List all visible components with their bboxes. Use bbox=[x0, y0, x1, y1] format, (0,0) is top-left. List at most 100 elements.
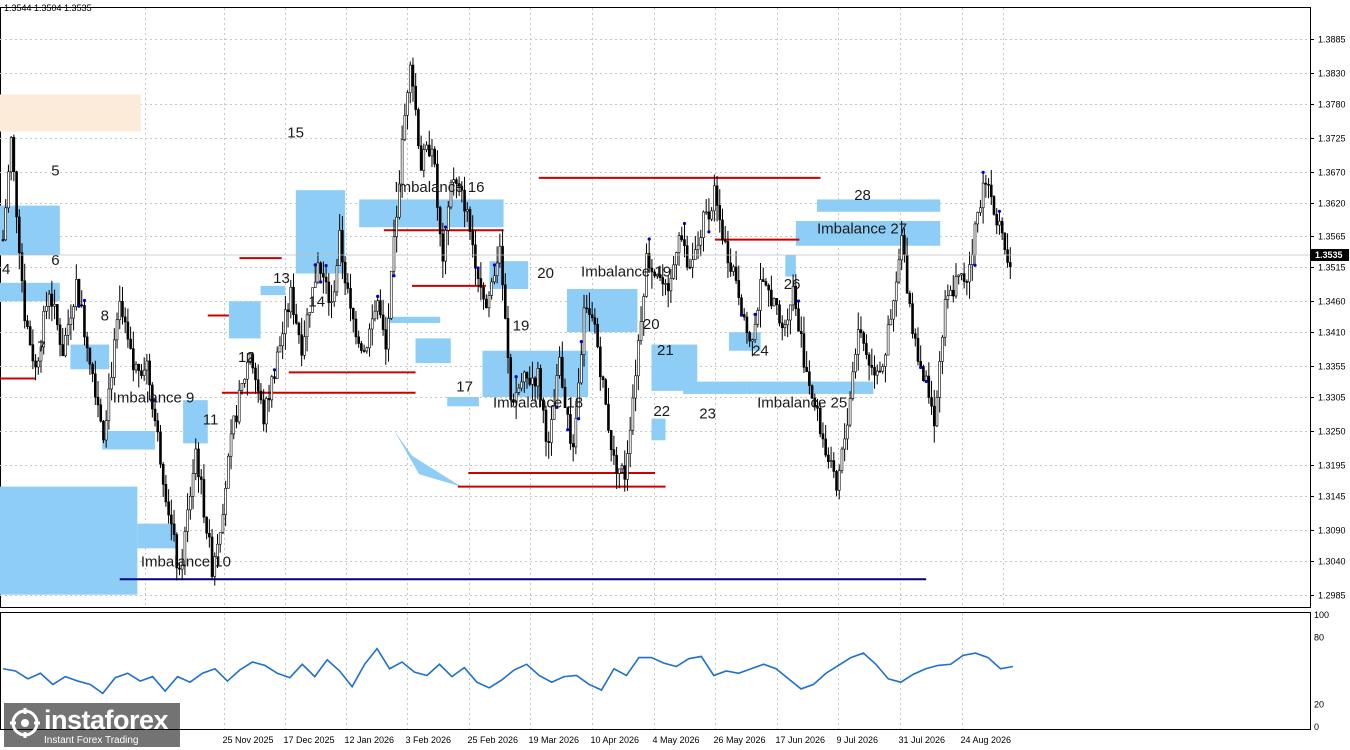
candle-body bbox=[425, 144, 428, 150]
candle-body bbox=[322, 273, 325, 278]
candle-body bbox=[1006, 249, 1009, 263]
candle-body bbox=[324, 276, 328, 283]
indicator-scale-label: 80 bbox=[1314, 632, 1324, 642]
candle-body bbox=[618, 468, 621, 474]
candle-body bbox=[840, 448, 844, 471]
candle-body bbox=[989, 184, 993, 197]
candle-body bbox=[927, 375, 931, 398]
candle-body bbox=[884, 354, 887, 367]
candle-body bbox=[379, 300, 382, 316]
candle-body bbox=[199, 476, 203, 480]
candle-body bbox=[80, 304, 84, 307]
candle-body bbox=[976, 212, 980, 225]
candle-body bbox=[88, 347, 92, 365]
candle-body bbox=[935, 397, 939, 427]
candle-body bbox=[536, 368, 540, 387]
candle-body bbox=[585, 307, 589, 310]
pivot-label: 22 bbox=[653, 403, 670, 420]
candle-body bbox=[400, 139, 404, 185]
candle-body bbox=[946, 295, 950, 300]
instaforex-watermark: instaforex Instant Forex Trading bbox=[4, 703, 180, 747]
candle-body bbox=[34, 360, 37, 368]
candle-body bbox=[430, 148, 434, 157]
candle-body bbox=[960, 273, 963, 276]
imbalance-zone bbox=[260, 285, 286, 296]
candle-body bbox=[631, 397, 635, 431]
candle-body bbox=[308, 312, 312, 316]
candle-body bbox=[99, 404, 103, 422]
candle-body bbox=[886, 324, 890, 356]
fractal-marker bbox=[753, 312, 757, 316]
candle-body bbox=[275, 351, 279, 379]
price-tick-label: 1.3670 bbox=[1318, 168, 1346, 178]
candle-body bbox=[590, 314, 594, 318]
candle-body bbox=[9, 137, 13, 173]
candle-body bbox=[533, 377, 537, 387]
candle-body bbox=[47, 293, 51, 307]
pivot-label: 6 bbox=[51, 252, 59, 269]
fractal-marker bbox=[492, 263, 497, 267]
candle-body bbox=[384, 329, 388, 350]
candle-body bbox=[620, 465, 624, 470]
candle-body bbox=[490, 281, 494, 296]
candle-body bbox=[854, 354, 857, 373]
candle-body bbox=[764, 281, 768, 286]
candle-body bbox=[292, 286, 295, 315]
candle-body bbox=[441, 233, 445, 262]
price-tick-label: 1.3305 bbox=[1318, 393, 1346, 403]
candle-body bbox=[710, 210, 713, 220]
candle-body bbox=[827, 454, 830, 462]
candle-body bbox=[894, 281, 898, 302]
imbalance-label: Imbalance 9 bbox=[113, 390, 195, 407]
candle-body bbox=[970, 254, 974, 265]
price-tick-label: 1.3830 bbox=[1318, 69, 1346, 79]
candle-body bbox=[677, 235, 681, 253]
imbalance-label: Imbalance 16 bbox=[394, 179, 484, 196]
date-tick-label: 25 Nov 2025 bbox=[223, 735, 274, 745]
fractal-marker bbox=[272, 368, 277, 372]
candle-body bbox=[1003, 232, 1007, 250]
candle-body bbox=[313, 281, 317, 288]
candle-body bbox=[742, 314, 746, 318]
candle-body bbox=[767, 284, 770, 291]
candle-body bbox=[303, 336, 306, 356]
candle-body bbox=[129, 338, 132, 349]
date-tick-label: 17 Jun 2026 bbox=[776, 735, 826, 745]
candle-body bbox=[227, 455, 230, 489]
pivot-label: 14 bbox=[308, 293, 325, 310]
candle-body bbox=[843, 438, 846, 450]
candle-body bbox=[208, 532, 211, 538]
candle-body bbox=[745, 316, 749, 334]
candle-body bbox=[805, 366, 808, 373]
imbalance-label: Imbalance 18 bbox=[493, 395, 583, 412]
candle-body bbox=[615, 454, 618, 474]
candle-body bbox=[780, 322, 784, 329]
candle-body bbox=[118, 300, 122, 321]
candle-body bbox=[789, 304, 792, 321]
fractal-marker bbox=[919, 365, 923, 370]
fractal-marker bbox=[997, 209, 1002, 213]
candle-body bbox=[522, 371, 526, 383]
pivot-label: 19 bbox=[513, 317, 530, 334]
candle-body bbox=[748, 332, 751, 342]
candle-body bbox=[56, 304, 59, 326]
candle-body bbox=[58, 324, 62, 345]
price-tick-label: 1.3195 bbox=[1318, 461, 1346, 471]
candle-body bbox=[672, 264, 675, 279]
candle-body bbox=[775, 298, 779, 306]
candle-body bbox=[72, 306, 75, 319]
candle-body bbox=[941, 336, 944, 362]
candle-body bbox=[170, 514, 173, 525]
candle-body bbox=[335, 265, 339, 293]
date-tick-label: 3 Feb 2026 bbox=[406, 735, 452, 745]
candle-body bbox=[865, 343, 868, 356]
candle-body bbox=[284, 309, 287, 335]
candle-body bbox=[4, 207, 8, 241]
indicator-scale-label: 20 bbox=[1314, 700, 1324, 710]
candle-body bbox=[417, 109, 420, 147]
candle-body bbox=[943, 299, 947, 338]
candle-body bbox=[338, 230, 341, 266]
pivot-label: 12 bbox=[238, 349, 255, 366]
candle-body bbox=[300, 334, 303, 356]
pivot-label: 20 bbox=[643, 316, 660, 333]
